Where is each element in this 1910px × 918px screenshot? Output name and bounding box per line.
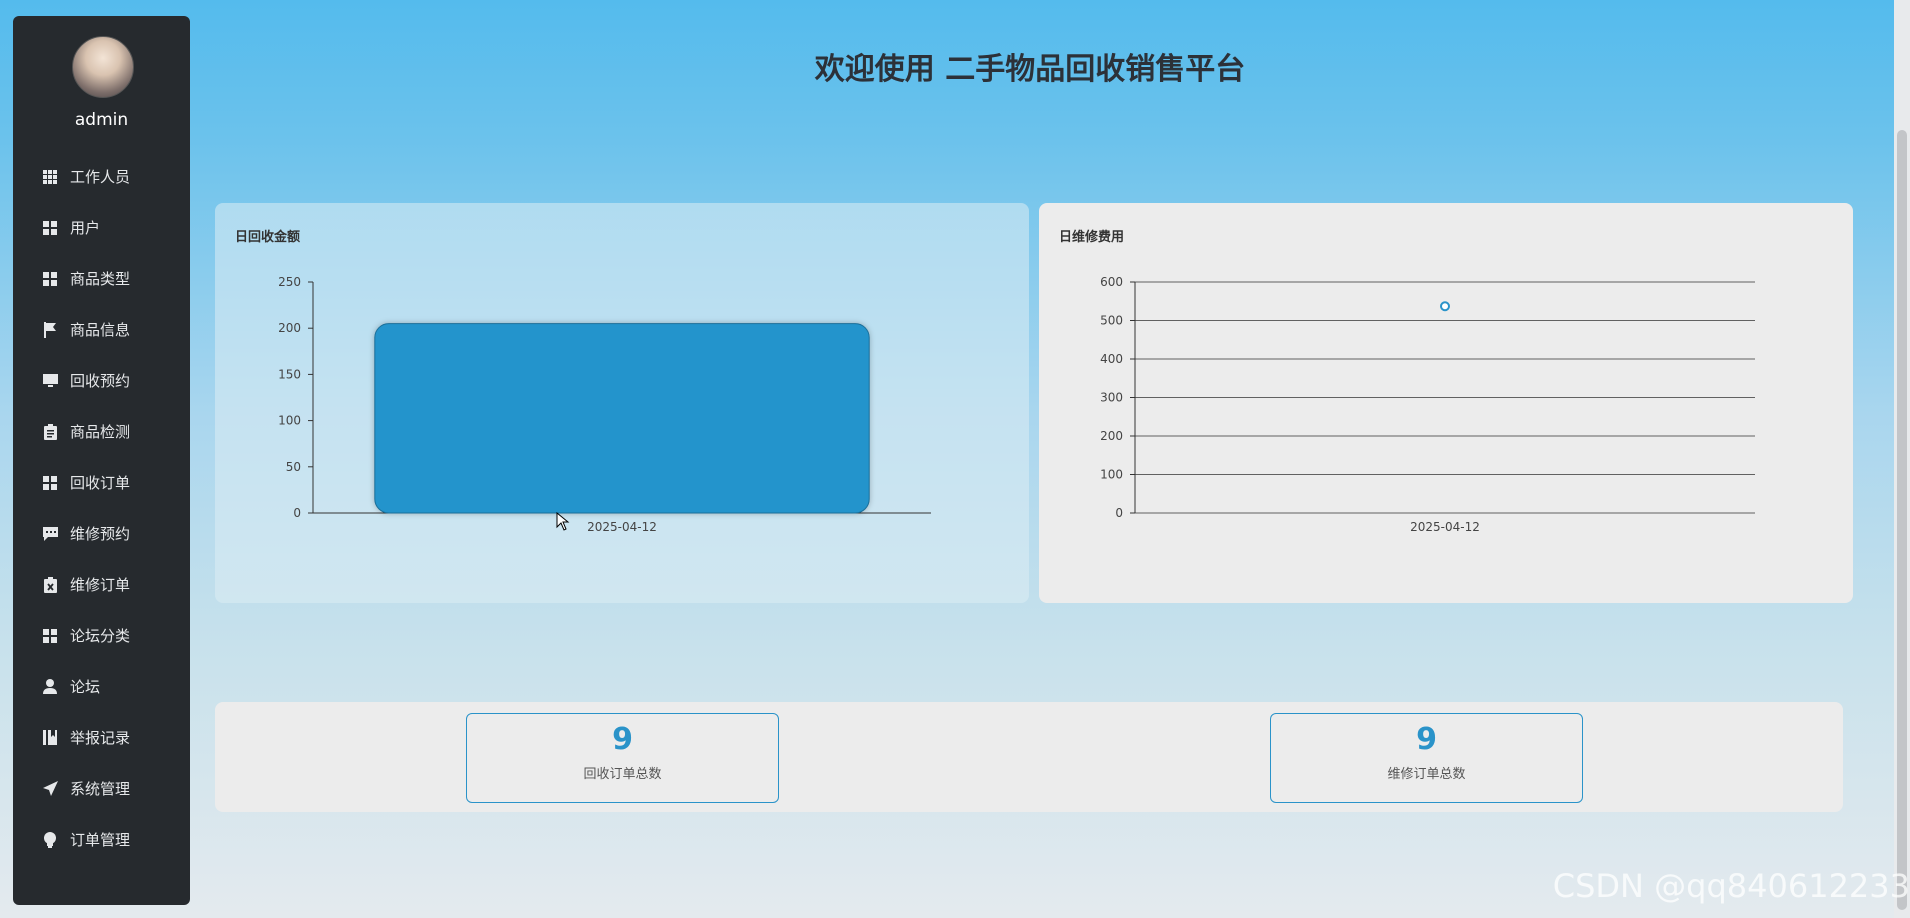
sidebar-item-order-management[interactable]: 订单管理 bbox=[13, 814, 190, 865]
sidebar-item-system-management[interactable]: 系统管理 bbox=[13, 763, 190, 814]
sidebar-item-forum[interactable]: 论坛 bbox=[13, 661, 190, 712]
user-icon bbox=[42, 679, 58, 695]
recycle-amount-chart: 0 50 100 150 200 250 2025-04-12 bbox=[278, 275, 931, 534]
stat-value: 9 bbox=[612, 722, 633, 757]
sidebar-item-label: 订单管理 bbox=[70, 831, 131, 849]
y-tick-label: 600 bbox=[1100, 275, 1123, 289]
sidebar-item-label: 商品检测 bbox=[70, 423, 131, 441]
sidebar: admin 工作人员用户商品类型商品信息回收预约商品检测回收订单维修预约维修订单… bbox=[13, 16, 190, 905]
apps-icon bbox=[42, 628, 58, 644]
sidebar-item-recycle-appointment[interactable]: 回收预约 bbox=[13, 355, 190, 406]
sidebar-item-product-type[interactable]: 商品类型 bbox=[13, 253, 190, 304]
monitor-icon bbox=[42, 373, 58, 389]
mouse-cursor-icon bbox=[556, 512, 570, 531]
recycle-order-total-card[interactable]: 9 回收订单总数 bbox=[466, 713, 779, 803]
sidebar-item-repair-appointment[interactable]: 维修预约 bbox=[13, 508, 190, 559]
sidebar-menu: 工作人员用户商品类型商品信息回收预约商品检测回收订单维修预约维修订单论坛分类论坛… bbox=[13, 151, 190, 865]
bar bbox=[374, 323, 870, 514]
x-tick-label: 2025-04-12 bbox=[587, 520, 657, 534]
send-icon bbox=[42, 781, 58, 797]
flag-icon bbox=[42, 321, 58, 338]
sidebar-item-forum-category[interactable]: 论坛分类 bbox=[13, 610, 190, 661]
sidebar-item-label: 回收订单 bbox=[70, 474, 131, 492]
apps-icon bbox=[42, 475, 58, 491]
sidebar-item-repair-order[interactable]: 维修订单 bbox=[13, 559, 190, 610]
scrollbar-thumb[interactable] bbox=[1897, 130, 1907, 910]
sidebar-item-product-info[interactable]: 商品信息 bbox=[13, 304, 190, 355]
y-tick-label: 0 bbox=[293, 506, 301, 520]
stat-label: 维修订单总数 bbox=[1387, 767, 1466, 782]
sidebar-item-staff[interactable]: 工作人员 bbox=[13, 151, 190, 202]
comment-icon bbox=[42, 526, 58, 542]
sidebar-item-label: 商品类型 bbox=[70, 270, 131, 288]
y-tick-label: 200 bbox=[278, 321, 301, 335]
apps-icon bbox=[42, 220, 58, 236]
sidebar-item-label: 系统管理 bbox=[70, 780, 131, 798]
sidebar-item-label: 维修预约 bbox=[70, 525, 131, 543]
stats-bar: 9 回收订单总数 9 维修订单总数 bbox=[215, 702, 1843, 812]
book-icon bbox=[42, 730, 58, 746]
sidebar-item-label: 论坛分类 bbox=[70, 627, 131, 645]
data-point bbox=[1440, 301, 1450, 312]
y-tick-label: 500 bbox=[1100, 314, 1123, 328]
sidebar-item-report-record[interactable]: 举报记录 bbox=[13, 712, 190, 763]
y-tick-label: 100 bbox=[278, 414, 301, 428]
grid-icon bbox=[42, 169, 58, 185]
sidebar-item-label: 用户 bbox=[70, 219, 101, 237]
sidebar-item-label: 回收预约 bbox=[70, 372, 131, 390]
sidebar-item-product-inspection[interactable]: 商品检测 bbox=[13, 406, 190, 457]
y-tick-label: 0 bbox=[1115, 506, 1123, 520]
y-tick-label: 400 bbox=[1100, 352, 1123, 366]
sidebar-item-recycle-order[interactable]: 回收订单 bbox=[13, 457, 190, 508]
y-tick-label: 200 bbox=[1100, 429, 1123, 443]
y-tick-label: 250 bbox=[278, 275, 301, 289]
vertical-scrollbar[interactable] bbox=[1894, 0, 1910, 918]
clipboard-x-icon bbox=[42, 576, 58, 593]
y-tick-label: 300 bbox=[1100, 391, 1123, 405]
apps-icon bbox=[42, 271, 58, 287]
y-tick-label: 150 bbox=[278, 367, 301, 381]
username: admin bbox=[74, 110, 129, 130]
sidebar-item-label: 举报记录 bbox=[70, 729, 131, 747]
stat-label: 回收订单总数 bbox=[583, 767, 662, 782]
sidebar-item-label: 工作人员 bbox=[70, 168, 131, 186]
clipboard-icon bbox=[42, 423, 58, 440]
daily-repair-cost-panel: 日维修费用 0 100 200 300 400 500 600 2025-04-12 bbox=[1039, 203, 1853, 603]
repair-cost-chart: 0 100 200 300 400 500 600 2025-04-12 bbox=[1100, 275, 1755, 534]
stat-value: 9 bbox=[1416, 722, 1437, 757]
watermark: CSDN @qq840612233 bbox=[1552, 867, 1910, 905]
repair-order-total-card[interactable]: 9 维修订单总数 bbox=[1270, 713, 1583, 803]
avatar[interactable] bbox=[72, 36, 134, 98]
sidebar-item-label: 论坛 bbox=[70, 678, 101, 696]
x-tick-label: 2025-04-12 bbox=[1410, 520, 1480, 534]
sidebar-item-label: 维修订单 bbox=[70, 576, 131, 594]
y-tick-label: 50 bbox=[286, 460, 301, 474]
y-tick-label: 100 bbox=[1100, 468, 1123, 482]
bulb-icon bbox=[42, 831, 58, 848]
daily-recycle-amount-panel: 日回收金额 0 50 100 150 200 250 2025-04-12 bbox=[215, 203, 1029, 603]
sidebar-item-label: 商品信息 bbox=[70, 321, 131, 339]
sidebar-item-user[interactable]: 用户 bbox=[13, 202, 190, 253]
page-title: 欢迎使用 二手物品回收销售平台 bbox=[814, 52, 1246, 87]
